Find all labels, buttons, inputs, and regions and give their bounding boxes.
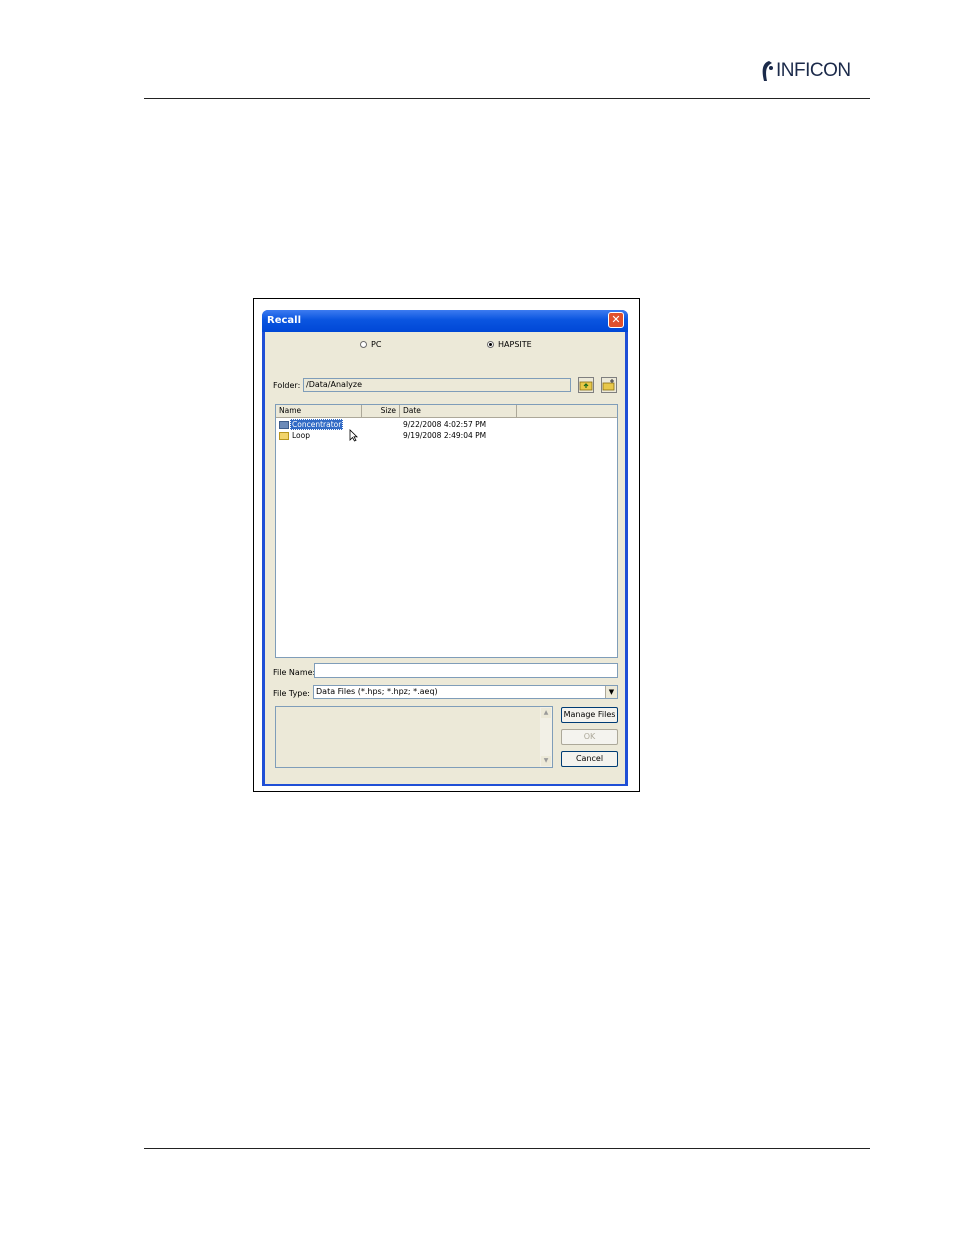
folder-icon (279, 432, 289, 440)
close-button[interactable]: ✕ (608, 312, 624, 328)
list-item[interactable]: Concentrator 9/22/2008 4:02:57 PM (276, 419, 617, 442)
chevron-down-icon[interactable]: ▼ (605, 686, 617, 698)
ok-button[interactable]: OK (561, 729, 618, 745)
scroll-up-icon[interactable]: ▲ (541, 708, 551, 718)
radio-pc[interactable]: PC (360, 340, 381, 349)
file-list[interactable]: Name Size Date Concentrator 9/22/2008 4:… (275, 404, 618, 658)
file-date: 9/19/2008 2:49:04 PM (403, 431, 487, 440)
cancel-button[interactable]: Cancel (561, 751, 618, 767)
logo-text: INFICON (776, 60, 851, 81)
file-name-input[interactable] (314, 663, 618, 678)
folder-up-button[interactable] (578, 377, 594, 393)
file-name: Loop (292, 431, 310, 440)
vertical-scrollbar[interactable]: ▲ ▼ (540, 707, 552, 767)
folder-icon (279, 421, 289, 429)
file-type-select[interactable]: Data Files (*.hps; *.hpz; *.aeq) ▼ (313, 685, 618, 699)
column-name[interactable]: Name (276, 405, 362, 417)
list-item[interactable]: Loop 9/19/2008 2:49:04 PM (276, 430, 617, 441)
scroll-down-icon[interactable]: ▼ (541, 756, 551, 766)
radio-hapsite-dot[interactable] (487, 341, 494, 348)
list-header: Name Size Date (276, 405, 617, 418)
file-name-label: File Name: (273, 668, 316, 677)
file-type-label: File Type: (273, 689, 310, 698)
header-rule (144, 98, 870, 99)
file-type-value: Data Files (*.hps; *.hpz; *.aeq) (316, 687, 438, 696)
file-name: Concentrator (290, 419, 344, 430)
file-date: 9/22/2008 4:02:57 PM (403, 420, 487, 429)
info-text-area[interactable]: ▲ ▼ (275, 706, 553, 768)
inficon-logo-icon (762, 61, 773, 81)
new-folder-icon (602, 379, 615, 391)
recall-dialog: Recall ✕ PC HAPSITE Folder: /Data/Analyz… (262, 310, 628, 786)
column-date[interactable]: Date (400, 405, 517, 417)
radio-hapsite-label: HAPSITE (498, 340, 532, 349)
manage-files-button[interactable]: Manage Files (561, 707, 618, 723)
inficon-logo: INFICON (760, 58, 851, 84)
folder-label: Folder: (273, 381, 301, 390)
footer-rule (144, 1148, 870, 1149)
radio-hapsite[interactable]: HAPSITE (487, 340, 532, 349)
radio-pc-dot[interactable] (360, 341, 367, 348)
column-size[interactable]: Size (362, 405, 400, 417)
title-bar[interactable]: Recall ✕ (262, 310, 628, 332)
folder-up-icon (579, 381, 593, 391)
dialog-title: Recall (267, 315, 302, 326)
dialog-body: PC HAPSITE Folder: /Data/Analyze Name Si (265, 332, 625, 784)
new-folder-button[interactable] (601, 377, 617, 393)
folder-path-field: /Data/Analyze (303, 378, 571, 392)
radio-pc-label: PC (371, 340, 382, 349)
close-icon: ✕ (611, 313, 621, 326)
